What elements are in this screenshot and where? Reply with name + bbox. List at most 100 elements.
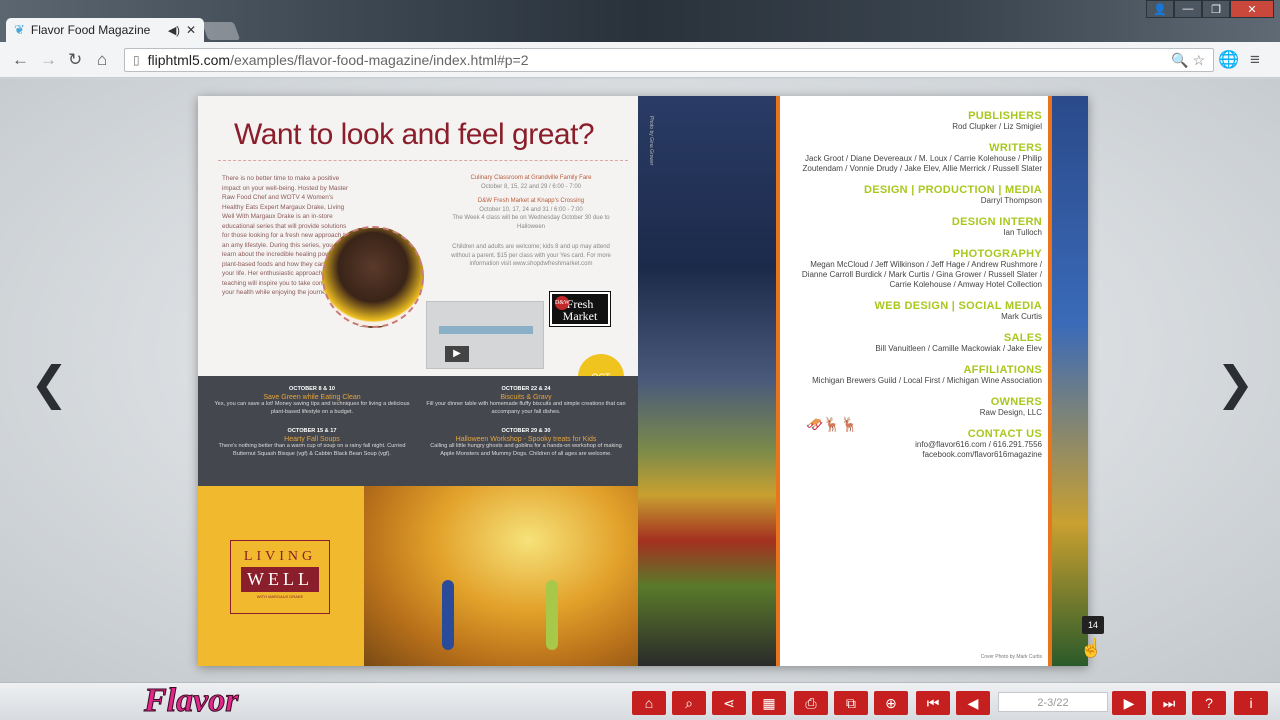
video-progress-bar[interactable] (439, 326, 533, 334)
hand-cursor-icon: ☝ (1080, 638, 1103, 658)
events-panel: OCTOBER 8 & 10 Save Green while Eating C… (198, 376, 638, 486)
masthead-heading: WRITERS (989, 142, 1042, 154)
magazine-spread[interactable]: Want to look and feel great? There is no… (198, 96, 1088, 666)
venue2: D&W Fresh Market at Knapp's Crossing (477, 198, 585, 204)
event-item: OCTOBER 8 & 10 Save Green while Eating C… (212, 386, 412, 416)
venue1-dates: October 8, 15, 22 and 29 / 6:00 - 7:00 (480, 183, 582, 190)
photo-caption: Photo by Gina Grower (648, 116, 654, 166)
url-domain: fliphtml5.com (147, 52, 231, 68)
masthead-heading: WEB DESIGN | SOCIAL MEDIA (874, 300, 1042, 312)
fresh-market-logo: D&W Fresh Market (549, 291, 611, 327)
event-item: OCTOBER 15 & 17 Hearty Fall Soups There'… (212, 428, 412, 458)
masthead-section: PHOTOGRAPHY Megan McCloud / Jeff Wilkinso… (798, 248, 1042, 290)
video-player[interactable]: ▶ (426, 301, 544, 369)
living-well-logo: LIVING WELL WITH MARGAUX DRAKE (230, 540, 330, 614)
left-page: Want to look and feel great? There is no… (198, 96, 638, 666)
masthead-section: WEB DESIGN | SOCIAL MEDIA Mark Curtis (798, 300, 1042, 322)
orange-stripe (776, 96, 780, 666)
url-text: fliphtml5.com/examples/flavor-food-magaz… (148, 52, 529, 68)
autumn-photo (364, 486, 638, 666)
window-controls: 👤 — ❐ ✕ (1146, 0, 1274, 18)
page-number-badge: 14 (1082, 616, 1104, 634)
event-title: Halloween Workshop - Spooky treats for K… (455, 435, 597, 443)
event-title: Save Green while Eating Clean (263, 393, 361, 401)
new-tab-button[interactable] (201, 22, 241, 40)
user-icon[interactable]: 👤 (1146, 0, 1174, 18)
event-title: Hearty Fall Soups (284, 435, 340, 443)
event-date: OCTOBER 8 & 10 (289, 386, 335, 392)
next-page-arrow-icon[interactable]: ❯ (1216, 360, 1255, 406)
audio-icon[interactable]: ◀) (168, 24, 180, 37)
masthead-names: Rod Clupker / Liz Smigiel (952, 122, 1042, 131)
masthead-names: Darryl Thompson (980, 196, 1042, 205)
right-page: Photo by Gina Grower PUBLISHERS Rod Clupk… (638, 96, 1088, 666)
venue2-note: The Week 4 class will be on Wednesday Oc… (452, 215, 610, 230)
masthead-names: Megan McCloud / Jeff Wilkinson / Jeff Ha… (801, 260, 1042, 289)
masthead-section: DESIGN | PRODUCTION | MEDIA Darryl Thomps… (798, 184, 1042, 206)
flavor-logo: Flavor (143, 682, 239, 719)
person-figure (442, 580, 454, 650)
address-bar[interactable]: ▯ fliphtml5.com/examples/flavor-food-mag… (124, 48, 1214, 72)
tab-close-icon[interactable]: ✕ (186, 23, 196, 37)
last-page-icon[interactable]: ⏭ (1152, 691, 1186, 715)
home-icon[interactable]: ⌂ (97, 50, 107, 70)
venue2-dates: October 10, 17, 24 and 31 / 6:00 - 7:00 (479, 206, 583, 213)
next-page-icon[interactable]: ▶ (1112, 691, 1146, 715)
back-arrow-icon[interactable]: ← (12, 50, 29, 70)
living-text: LIVING (243, 549, 317, 564)
event-desc: Calling all little hungry ghosts and gob… (430, 443, 622, 457)
maximize-button[interactable]: ❐ (1202, 0, 1230, 18)
close-window-button[interactable]: ✕ (1230, 0, 1274, 18)
thumbnails-icon[interactable]: ▦ (752, 691, 786, 715)
masthead-names: Mark Curtis (1001, 312, 1042, 321)
page-indicator-input[interactable]: 2-3/22 (998, 692, 1108, 712)
living-sub: WITH MARGAUX DRAKE (256, 594, 304, 599)
reload-icon[interactable]: ↻ (68, 50, 82, 70)
tab-title: Flavor Food Magazine (30, 23, 151, 37)
search-icon[interactable]: ⌕ (672, 691, 706, 715)
prev-page-icon[interactable]: ◀ (956, 691, 990, 715)
masthead-names: Jack Groot / Diane Devereaux / M. Loux /… (802, 154, 1042, 173)
person-figure (546, 580, 558, 650)
edge-photo-strip (1052, 96, 1088, 666)
event-item: OCTOBER 29 & 30 Halloween Workshop - Spo… (426, 428, 626, 458)
print-icon[interactable]: ⎙ (794, 691, 828, 715)
masthead-section: OWNERS Raw Design, LLC (798, 396, 1042, 418)
cover-credit: Cover Photo by Mark Curtis (980, 654, 1042, 660)
jellybean-photo: Photo by Gina Grower (638, 96, 776, 666)
masthead-names: Ian Tulloch (1003, 228, 1042, 237)
fullscreen-icon[interactable]: ⧉ (834, 691, 868, 715)
share-icon[interactable]: ⋖ (712, 691, 746, 715)
url-path: /examples/flavor-food-magazine/index.htm… (230, 52, 529, 68)
minimize-button[interactable]: — (1174, 0, 1202, 18)
event-desc: There's nothing better than a warm cup o… (218, 443, 406, 457)
event-desc: Yes, you can save a lot! Money saving ti… (214, 401, 410, 415)
info-icon[interactable]: i (1234, 691, 1268, 715)
masthead-section: AFFILIATIONS Michigan Brewers Guild / Loc… (798, 364, 1042, 386)
first-page-icon[interactable]: ⏮ (916, 691, 950, 715)
forward-arrow-icon[interactable]: → (40, 50, 57, 70)
masthead-names: info@flavor616.com / 616.291.7556 facebo… (915, 440, 1042, 459)
dashed-divider (218, 160, 628, 161)
masthead-section: DESIGN INTERN Ian Tulloch (798, 216, 1042, 238)
masthead-heading: AFFILIATIONS (963, 364, 1042, 376)
event-date: OCTOBER 29 & 30 (501, 428, 551, 434)
masthead-section: SALES Bill Vanuitleen / Camille Mackowiak… (798, 332, 1042, 354)
venue1: Culinary Classroom at Grandville Family … (470, 175, 592, 181)
browser-toolbar: ← → ↻ ⌂ ▯ fliphtml5.com/examples/flavor-… (0, 42, 1280, 78)
zoom-in-icon[interactable]: ⊕ (874, 691, 908, 715)
globe-extension-icon[interactable]: 🌐 (1218, 50, 1239, 70)
home-icon[interactable]: ⌂ (632, 691, 666, 715)
play-icon[interactable]: ▶ (445, 346, 469, 362)
masthead-heading: PHOTOGRAPHY (952, 248, 1042, 260)
bookmark-star-icon[interactable]: 🔍 ☆ (1171, 52, 1205, 69)
chrome-menu-icon[interactable]: ≡ (1250, 50, 1260, 70)
masthead-heading: OWNERS (990, 396, 1042, 408)
page-headline: Want to look and feel great? (234, 118, 595, 151)
previous-page-arrow-icon[interactable]: ❮ (30, 360, 69, 406)
flipbook-toolbar: Flavor ⌂ ⌕ ⋖ ▦ ⎙ ⧉ ⊕ ⏮ ◀ 2-3/22 ▶ ⏭ ? i (0, 682, 1280, 720)
browser-tab[interactable]: ❦ Flavor Food Magazine ◀) ✕ (6, 18, 204, 42)
help-icon[interactable]: ? (1192, 691, 1226, 715)
masthead-heading: DESIGN INTERN (951, 216, 1042, 228)
page-info-icon[interactable]: ▯ (133, 53, 140, 67)
